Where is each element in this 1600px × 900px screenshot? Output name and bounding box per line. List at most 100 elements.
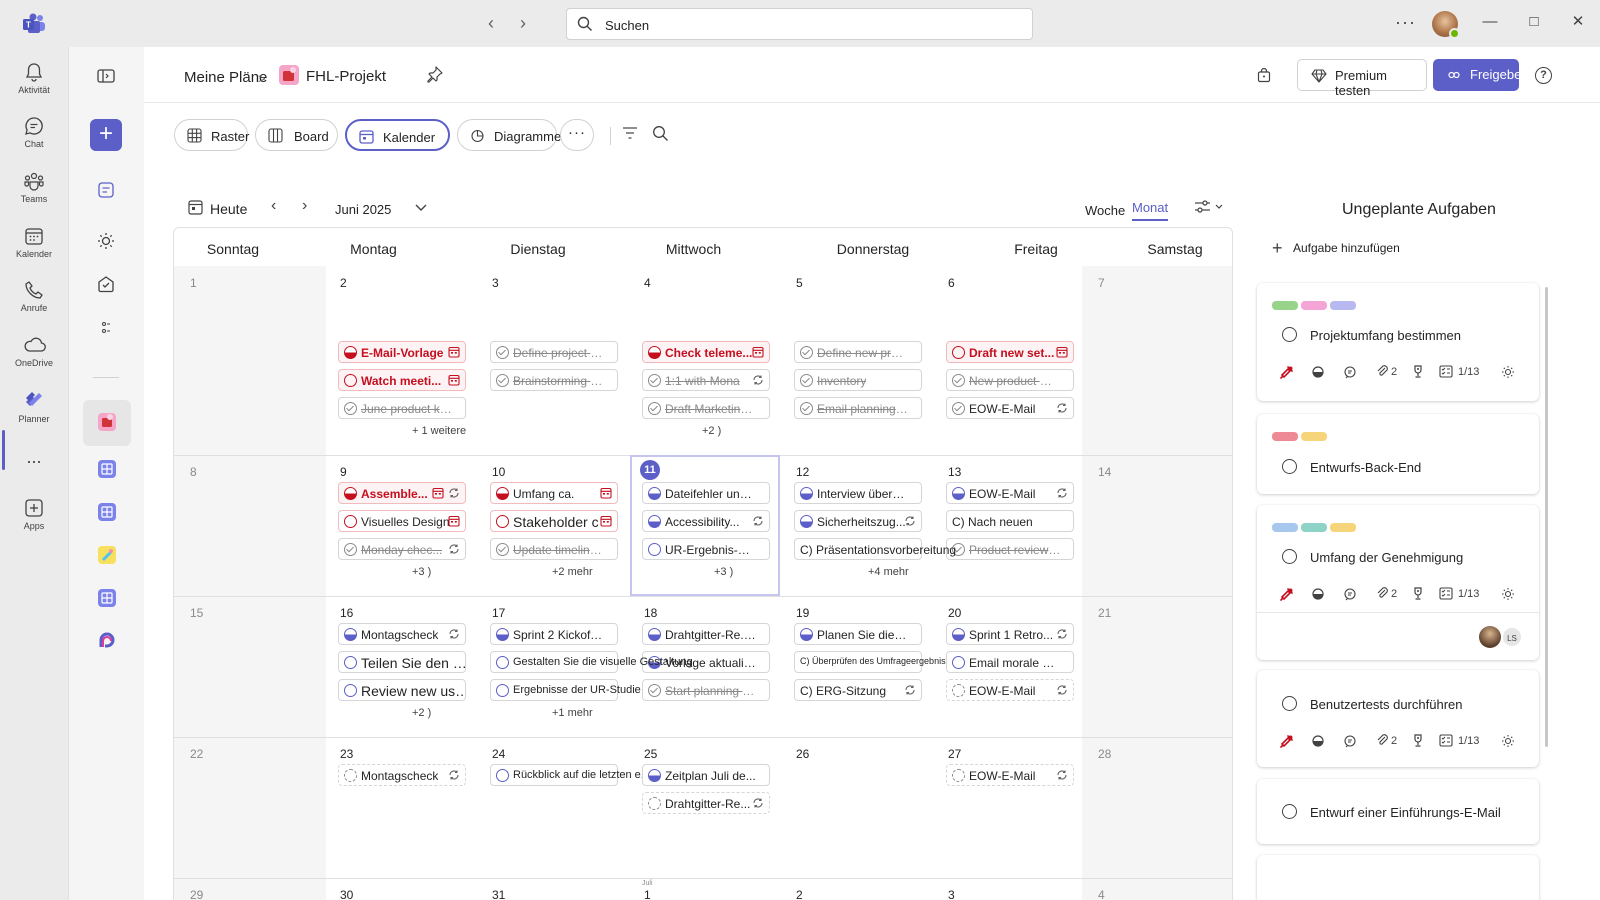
day-number[interactable]: 6 (948, 276, 955, 290)
day-number[interactable]: 29 (190, 888, 203, 900)
calendar-task[interactable]: Teilen Sie den Pitch... (338, 651, 466, 673)
search-input[interactable]: Suchen (566, 8, 1033, 40)
rail-item-onedrive[interactable]: OneDrive (0, 328, 68, 380)
calendar-task[interactable]: 1:1 with Mona (642, 369, 770, 391)
today-button[interactable]: Heute (210, 201, 247, 217)
day-number[interactable]: 20 (948, 606, 961, 620)
more-tasks-link[interactable]: +2 mehr (552, 566, 593, 578)
next-month-icon[interactable]: › (302, 197, 307, 215)
not-started-icon[interactable] (344, 656, 357, 669)
rail-item-activity[interactable]: Aktivität (0, 55, 68, 107)
calendar-task[interactable]: Visuelles Design (338, 510, 466, 532)
calendar-task[interactable]: Sprint 1 Retro... (946, 623, 1074, 645)
filter-icon[interactable] (622, 126, 638, 140)
not-started-icon[interactable] (496, 684, 509, 697)
forward-arrow-icon[interactable]: › (512, 12, 534, 34)
calendar-task[interactable]: Email planning te... (794, 397, 922, 419)
completed-check-icon[interactable] (496, 346, 509, 359)
calendar-task[interactable]: Dateifehler und PO... (642, 482, 770, 504)
calendar-task[interactable]: Watch meeti... (338, 369, 466, 391)
calendar-task[interactable]: Assemble... (338, 482, 466, 504)
in-progress-urgent-icon[interactable] (648, 346, 661, 359)
breadcrumb-my-plans[interactable]: Meine Pläne (184, 69, 267, 86)
in-progress-urgent-icon[interactable] (344, 487, 357, 500)
complete-checkbox[interactable] (1282, 696, 1297, 711)
task-card[interactable]: Entwurf einer Einführungs-E-Mail (1257, 779, 1539, 844)
tab-charts[interactable]: Diagramme (457, 119, 561, 151)
my-plans-icon[interactable] (95, 317, 117, 339)
day-number[interactable]: 2 (340, 276, 347, 290)
task-card[interactable] (1257, 855, 1539, 900)
day-number[interactable]: 4 (1098, 888, 1105, 900)
rail-item-planner[interactable]: Planner (0, 382, 68, 434)
calendar-task[interactable]: EOW-E-Mail (946, 764, 1074, 786)
calendar-task[interactable]: C) Überprüfen des Umfrageergebnisses (794, 651, 960, 673)
month-picker[interactable]: Juni 2025 (335, 202, 391, 217)
not-started-urgent-icon[interactable] (344, 515, 357, 528)
day-number[interactable]: 17 (492, 606, 505, 620)
close-button[interactable]: ✕ (1570, 14, 1586, 30)
chevron-down-icon[interactable] (414, 200, 428, 214)
completed-check-icon[interactable] (496, 374, 509, 387)
search-icon[interactable] (652, 125, 669, 142)
day-number[interactable]: 10 (492, 465, 505, 479)
calendar-task[interactable]: Gestalten Sie die visuelle Gestaltung (490, 651, 693, 673)
more-tasks-link[interactable]: +3 ) (412, 566, 431, 578)
calendar-task[interactable]: Inventory (794, 369, 922, 391)
completed-check-icon[interactable] (800, 374, 813, 387)
not-started-dashed-icon[interactable] (344, 769, 357, 782)
rail-item-apps[interactable]: Apps (0, 491, 68, 543)
complete-checkbox[interactable] (1282, 804, 1297, 819)
back-arrow-icon[interactable]: ‹ (480, 12, 502, 34)
completed-check-icon[interactable] (800, 346, 813, 359)
more-tasks-link[interactable]: +1 mehr (552, 707, 593, 719)
calendar-task[interactable]: Montagscheck (338, 623, 466, 645)
day-number[interactable]: 1 (190, 276, 197, 290)
premium-trial-button[interactable]: Premium testen (1297, 59, 1427, 98)
tab-grid[interactable]: Raster (174, 119, 249, 151)
completed-check-icon[interactable] (344, 543, 357, 556)
panel-scrollbar[interactable] (1545, 287, 1548, 747)
day-number[interactable]: 23 (340, 747, 353, 761)
completed-check-icon[interactable] (648, 402, 661, 415)
plan-grid-icon[interactable] (97, 588, 117, 608)
my-day-icon[interactable] (95, 179, 117, 201)
completed-check-icon[interactable] (344, 402, 357, 415)
day-number[interactable]: 26 (796, 747, 809, 761)
plan-grid-icon[interactable] (97, 502, 117, 522)
calendar-task[interactable]: E-Mail-Vorlage (338, 341, 466, 363)
calendar-task[interactable]: Monday chec... (338, 538, 466, 560)
completed-check-icon[interactable] (648, 374, 661, 387)
completed-check-icon[interactable] (800, 402, 813, 415)
calendar-task[interactable]: Umfang ca. (490, 482, 618, 504)
calendar-task[interactable]: Drahtgitter-Re... e) (642, 623, 770, 645)
in-progress-urgent-icon[interactable] (344, 346, 357, 359)
complete-checkbox[interactable] (1282, 459, 1297, 474)
not-started-icon[interactable] (344, 684, 357, 697)
day-number[interactable]: 13 (948, 465, 961, 479)
rail-item-teams[interactable]: Teams (0, 164, 68, 216)
in-progress-urgent-icon[interactable] (496, 487, 509, 500)
calendar-task[interactable]: Stakeholder c (490, 510, 618, 532)
more-tasks-link[interactable]: +2 ) (702, 425, 721, 437)
completed-check-icon[interactable] (952, 402, 965, 415)
calendar-task[interactable]: Define new proje... (794, 341, 922, 363)
in-progress-icon[interactable] (648, 628, 661, 641)
calendar-task[interactable]: Draft Marketing... (642, 397, 770, 419)
day-number[interactable]: 28 (1098, 747, 1111, 761)
more-tasks-link[interactable]: +3 ) (714, 566, 733, 578)
calendar-task[interactable]: Review new user... (338, 679, 466, 701)
task-card[interactable]: Umfang der Genehmigung 2 1/13 LS (1257, 505, 1539, 660)
maximize-button[interactable]: □ (1526, 14, 1542, 30)
assignees[interactable]: LS (1479, 626, 1525, 648)
view-month-tab[interactable]: Monat (1132, 200, 1169, 221)
calendar-task[interactable]: Accessibility... (642, 510, 770, 532)
new-plan-button[interactable]: + (90, 119, 122, 151)
not-started-urgent-icon[interactable] (496, 515, 509, 528)
day-number[interactable]: 2 (796, 888, 803, 900)
day-number[interactable]: 18 (644, 606, 657, 620)
calendar-task[interactable]: June product kic... (338, 397, 466, 419)
teams-logo-icon[interactable]: T (22, 12, 46, 36)
not-started-dashed-icon[interactable] (952, 684, 965, 697)
plan-grid-icon[interactable] (97, 459, 117, 479)
